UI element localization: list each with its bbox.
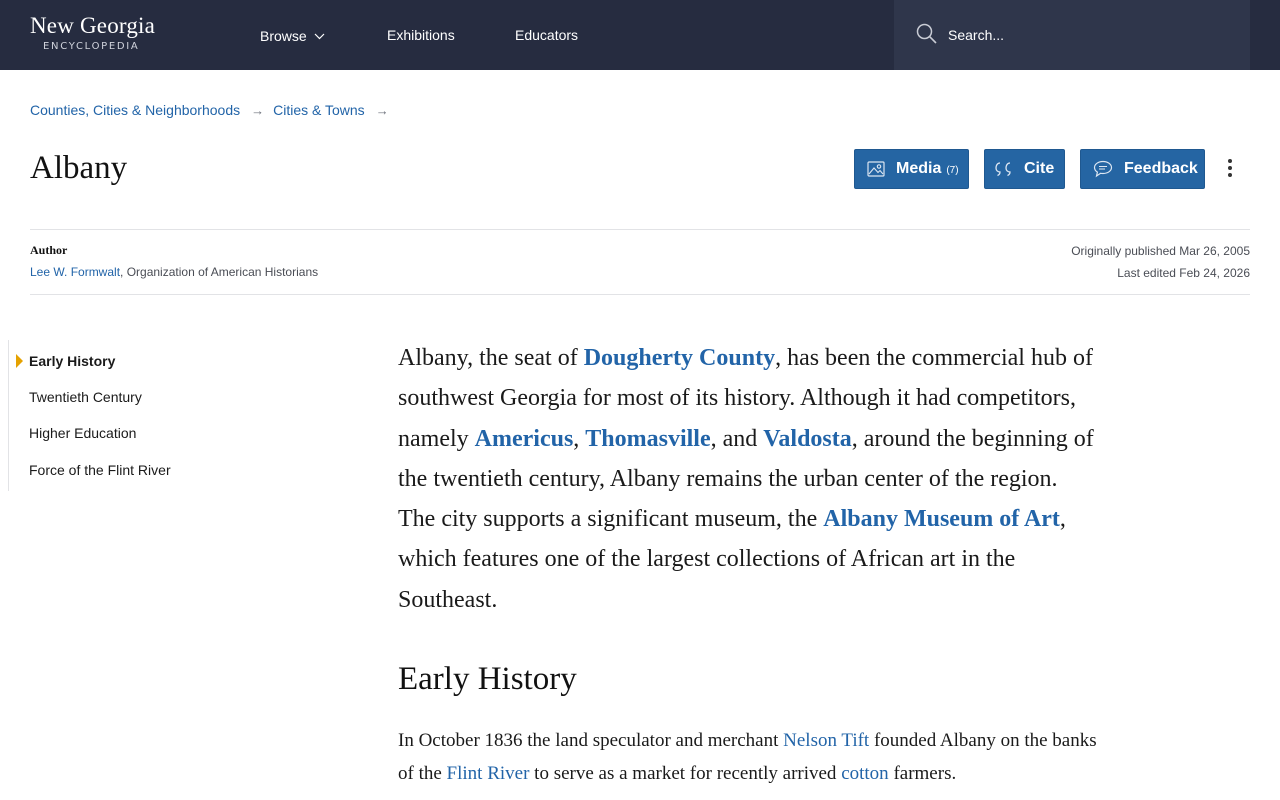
table-of-contents: Early History Twentieth Century Higher E… [8,340,208,491]
nav-browse[interactable]: Browse [260,26,325,45]
nav-browse-label: Browse [260,28,307,44]
comment-icon [1093,160,1113,178]
toc-item-higher-education[interactable]: Higher Education [29,424,136,442]
intro-text: Albany, the seat of [398,345,584,371]
site-logo[interactable]: New Georgia ENCYCLOPEDIA [30,13,156,53]
author-line: Lee W. Formwalt, Organization of America… [30,265,318,279]
media-count: (7) [946,165,959,176]
logo-subtitle: ENCYCLOPEDIA [43,41,140,52]
top-navigation-bar: New Georgia ENCYCLOPEDIA Browse Exhibiti… [0,0,1280,70]
toc-item-twentieth-century[interactable]: Twentieth Century [29,388,142,406]
logo-title: New Georgia [30,13,156,38]
intro-text: , and [710,425,764,452]
body-text: to serve as a market for recently arrive… [529,763,842,785]
body-text: farmers. [888,763,957,785]
nav-exhibitions[interactable]: Exhibitions [387,26,455,44]
intro-paragraph: Albany, the seat of Dougherty County, ha… [398,338,1098,620]
image-icon [867,161,885,177]
section-heading-early-history: Early History [398,661,577,698]
divider [30,229,1250,230]
active-marker-icon [16,354,23,368]
search-box[interactable] [894,0,1250,70]
media-button[interactable]: Media (7) [854,149,969,189]
link-valdosta[interactable]: Valdosta [763,426,851,452]
search-icon[interactable] [916,23,938,50]
divider [30,294,1250,295]
link-albany-museum-of-art[interactable]: Albany Museum of Art [823,506,1060,532]
link-flint-river[interactable]: Flint River [447,763,530,784]
intro-text: , [573,425,586,452]
breadcrumb-counties-link[interactable]: Counties, Cities & Neighborhoods [30,102,240,118]
link-thomasville[interactable]: Thomasville [585,426,710,452]
author-affiliation: , Organization of American Historians [120,265,319,279]
quote-icon [995,162,1011,177]
feedback-button[interactable]: Feedback [1080,149,1205,189]
arrow-right-icon: → [251,103,265,118]
link-dougherty-county[interactable]: Dougherty County [584,345,775,371]
body-text: In October 1836 the land speculator and … [398,730,784,752]
early-history-paragraph: In October 1836 the land speculator and … [398,724,1098,790]
more-options-icon[interactable] [1222,157,1238,181]
article-body: Albany, the seat of Dougherty County, ha… [398,338,1098,790]
edited-date: Last edited Feb 24, 2026 [1117,266,1250,280]
arrow-right-icon: → [375,103,389,118]
toc-item-flint-river[interactable]: Force of the Flint River [29,461,171,479]
link-cotton[interactable]: cotton [841,763,889,784]
toc-item-early-history[interactable]: Early History [29,352,115,370]
search-input[interactable] [948,25,1228,45]
media-button-label: Media [896,160,942,177]
link-americus[interactable]: Americus [475,426,574,452]
page-title: Albany [30,150,128,186]
cite-button[interactable]: Cite [984,149,1065,189]
breadcrumb: Counties, Cities & Neighborhoods → Cities … [30,101,398,120]
author-link[interactable]: Lee W. Formwalt [30,265,120,279]
feedback-button-label: Feedback [1124,160,1198,177]
author-heading: Author [30,243,68,257]
cite-button-label: Cite [1024,160,1055,177]
link-nelson-tift[interactable]: Nelson Tift [783,730,869,751]
breadcrumb-cities-link[interactable]: Cities & Towns [273,102,365,118]
chevron-down-icon [314,26,325,44]
nav-educators[interactable]: Educators [515,26,578,44]
published-date: Originally published Mar 26, 2005 [1071,244,1250,258]
